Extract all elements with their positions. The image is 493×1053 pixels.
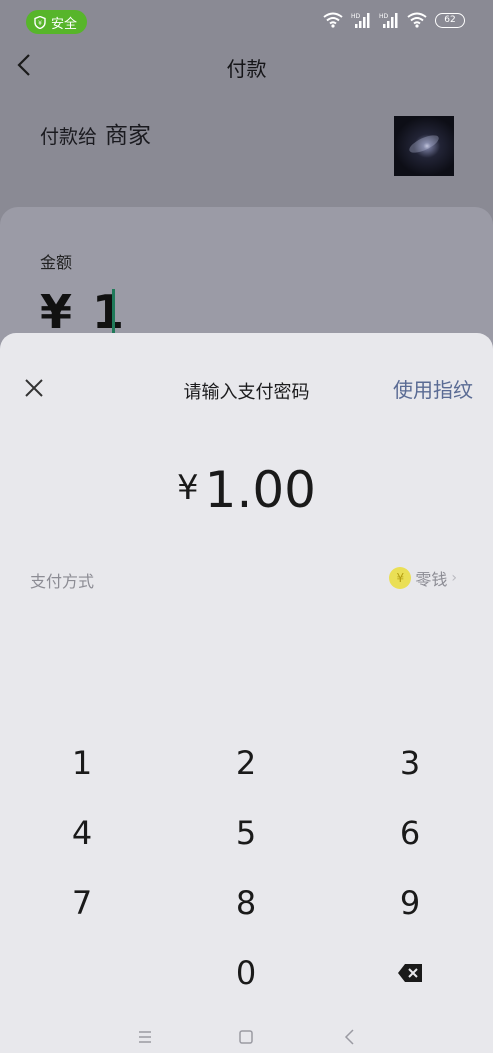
svg-text:HD: HD [379,13,389,20]
key-1[interactable]: 1 [0,728,164,798]
use-fingerprint-button[interactable]: 使用指纹 [393,374,473,403]
amount-number: 1.00 [204,461,316,519]
key-2[interactable]: 2 [164,728,328,798]
merchant-name: 商家 [105,123,152,149]
security-label: 安全 [51,16,78,32]
cellular-signal-icon: HD [351,13,370,28]
key-7[interactable]: 7 [0,868,164,938]
key-5[interactable]: 5 [164,798,328,868]
menu-icon[interactable] [135,1028,155,1046]
amount-label: 金额 [40,253,73,272]
battery-indicator: 62 [435,12,465,28]
back-icon[interactable] [340,1028,360,1046]
key-6[interactable]: 6 [328,798,492,868]
shield-icon: ¥ [34,15,46,29]
backspace-icon [398,964,422,982]
payee-prefix: 付款给 [40,126,98,148]
text-cursor [112,289,115,335]
payment-method-label: 支付方式 [30,572,95,591]
security-badge[interactable]: ¥ 安全 [26,10,88,34]
svg-text:¥: ¥ [38,20,42,27]
home-icon[interactable] [236,1028,256,1046]
system-nav-bar [0,1024,493,1052]
key-3[interactable]: 3 [328,728,492,798]
svg-text:HD: HD [351,13,361,20]
delete-button[interactable] [328,938,492,1008]
key-9[interactable]: 9 [328,868,492,938]
currency-symbol: ¥ [177,468,199,508]
key-4[interactable]: 4 [0,798,164,868]
merchant-avatar [394,116,454,176]
battery-level: 62 [444,15,456,25]
key-8[interactable]: 8 [164,868,328,938]
payee-info: 付款给 商家 [40,116,151,150]
password-sheet: 请输入支付密码 使用指纹 ¥1.00 支付方式 ¥ 零钱 › 1 2 3 4 5… [0,333,493,1053]
wallet-coin-icon: ¥ [389,567,412,589]
payment-amount: ¥1.00 [0,461,493,519]
key-0[interactable]: 0 [164,938,328,1008]
status-bar: ¥ 安全 HD HD 62 [0,0,493,44]
chevron-right-icon: › [451,570,457,586]
payment-method-value: 零钱 [415,570,448,589]
wifi-icon [323,12,343,28]
cellular-signal-icon: HD [379,13,398,28]
payment-method-selector[interactable]: ¥ 零钱 › [389,566,457,590]
wifi-icon [407,12,427,28]
page-title: 付款 [226,57,267,81]
